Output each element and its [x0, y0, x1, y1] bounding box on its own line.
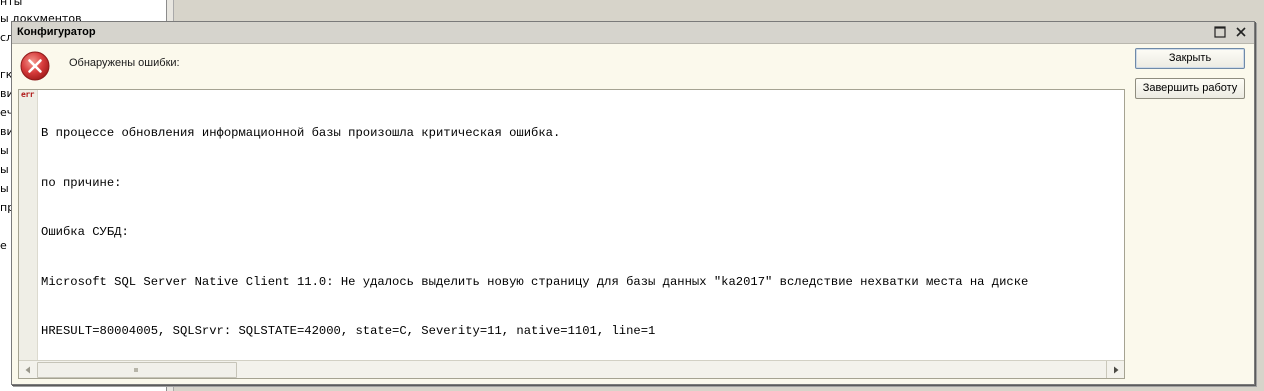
message-line: Ошибка СУБД: — [41, 225, 129, 239]
scrollbar-thumb[interactable] — [37, 362, 237, 378]
close-button[interactable]: Закрыть — [1135, 48, 1245, 69]
message-line: В процессе обновления информационной баз… — [41, 126, 561, 140]
close-icon[interactable] — [1234, 25, 1248, 39]
message-gutter: err — [19, 90, 38, 360]
error-icon — [20, 51, 50, 81]
err-marker: err — [21, 90, 34, 99]
maximize-icon[interactable] — [1213, 25, 1227, 39]
errors-heading: Обнаружены ошибки: — [69, 57, 180, 69]
message-line: по причине: — [41, 175, 122, 190]
scroll-left-icon[interactable] — [19, 361, 36, 378]
horizontal-scrollbar[interactable] — [19, 360, 1124, 378]
thumb-grip-icon — [134, 368, 138, 372]
dialog-titlebar[interactable]: Конфигуратор — [12, 22, 1254, 44]
error-message-area[interactable]: err В процессе обновления информационной… — [18, 89, 1125, 379]
message-text[interactable]: В процессе обновления информационной баз… — [41, 92, 1122, 373]
background-list-item: ы — [0, 182, 9, 195]
error-dialog: Конфигуратор Обнаружены ошибки: err В пр… — [11, 21, 1255, 385]
exit-button[interactable]: Завершить работу — [1135, 78, 1245, 99]
message-line: Microsoft SQL Server Native Client 11.0:… — [41, 274, 1029, 289]
background-list-item: ы — [0, 144, 9, 157]
message-line: HRESULT=80004005, SQLSrvr: SQLSTATE=4200… — [41, 324, 656, 338]
dialog-title: Конфигуратор — [17, 26, 96, 38]
scroll-right-icon[interactable] — [1106, 361, 1124, 378]
background-list-item: нты — [0, 0, 23, 8]
background-list-item: ы — [0, 163, 9, 176]
